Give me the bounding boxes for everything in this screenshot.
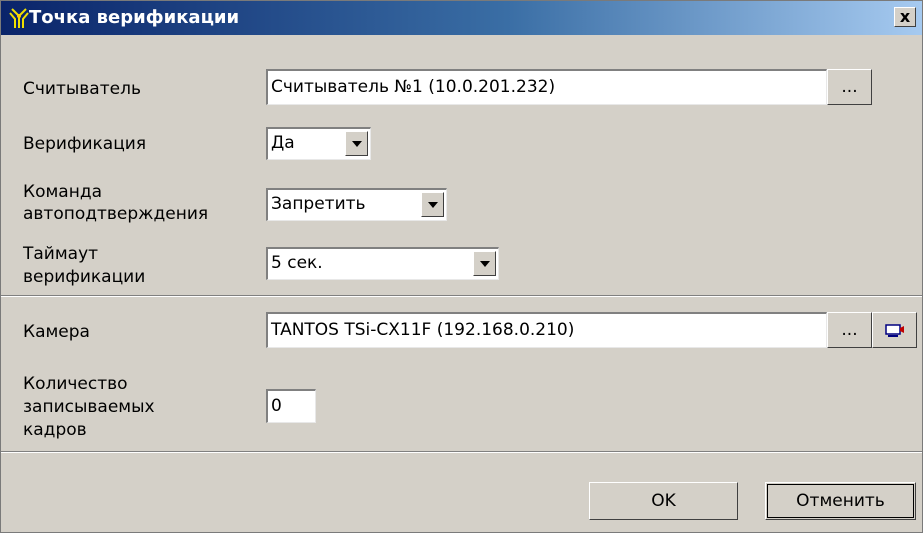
camera-browse-button[interactable]: ... [827, 312, 872, 348]
dialog-title: Точка верификации [29, 7, 240, 28]
timeout-label-line1: Таймаут [23, 244, 99, 264]
timeout-value: 5 сек. [271, 253, 323, 273]
chevron-down-icon[interactable] [345, 131, 368, 156]
antenna-icon [9, 8, 29, 28]
frames-label-line3: кадров [23, 420, 87, 440]
auto-confirm-label-line2: автоподтверждения [23, 204, 209, 224]
auto-confirm-label-line1: Команда [23, 182, 102, 202]
cancel-button[interactable]: Отменить [765, 482, 916, 520]
title-bar[interactable]: Точка верификации x [1, 1, 922, 35]
reader-label: Считыватель [23, 79, 141, 99]
verification-point-dialog: Точка верификации x Считыватель Считыват… [0, 0, 923, 533]
reader-field[interactable]: Считыватель №1 (10.0.201.232) [266, 69, 827, 105]
timeout-select[interactable]: 5 сек. [266, 247, 499, 280]
verification-select[interactable]: Да [266, 127, 371, 160]
camera-field[interactable]: TANTOS TSi-CX11F (192.168.0.210) [266, 312, 827, 348]
timeout-label-line2: верификации [23, 267, 146, 287]
camera-view-button[interactable] [872, 312, 917, 348]
reader-browse-button[interactable]: ... [827, 69, 872, 105]
chevron-down-icon[interactable] [421, 192, 444, 217]
frames-count-input[interactable]: 0 [266, 389, 316, 423]
auto-confirm-select[interactable]: Запретить [266, 188, 447, 221]
camera-label: Камера [23, 322, 90, 342]
auto-confirm-value: Запретить [271, 194, 366, 214]
separator [1, 295, 922, 297]
chevron-down-icon[interactable] [473, 251, 496, 276]
camera-view-icon [884, 324, 904, 337]
ok-button[interactable]: OK [589, 482, 738, 520]
footer-separator [1, 451, 922, 453]
frames-label-line1: Количество [23, 374, 128, 394]
close-button[interactable]: x [894, 7, 916, 27]
frames-label-line2: записываемых [23, 397, 155, 417]
verification-value: Да [271, 133, 295, 153]
verification-label: Верификация [23, 134, 147, 154]
